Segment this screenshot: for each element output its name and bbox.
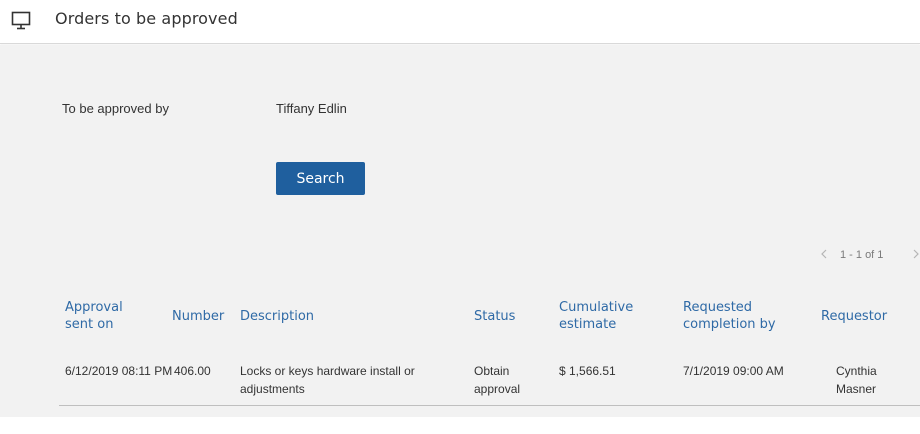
cell-approval-sent-on: 6/12/2019 08:11 PM xyxy=(65,364,173,378)
page-title: Orders to be approved xyxy=(55,9,238,28)
search-button[interactable]: Search xyxy=(276,162,365,195)
cell-number: 406.00 xyxy=(174,364,211,378)
pagination-range: 1 - 1 of 1 xyxy=(840,249,884,261)
cell-cumulative-estimate: $ 1,566.51 xyxy=(559,364,616,378)
approver-name: Tiffany Edlin xyxy=(276,101,347,116)
cell-requestor: Cynthia Masner xyxy=(836,364,877,396)
column-header-approval-sent-on[interactable]: Approval sent on xyxy=(65,299,145,333)
column-header-status[interactable]: Status xyxy=(474,308,515,325)
cell-status: Obtain approval xyxy=(474,364,521,396)
approver-label: To be approved by xyxy=(62,101,169,116)
monitor-icon xyxy=(11,11,31,30)
chevron-left-icon[interactable] xyxy=(818,246,830,262)
bottom-strip xyxy=(0,417,920,434)
page-header: Orders to be approved xyxy=(0,0,920,44)
cell-description: Locks or keys hardware install or adjust… xyxy=(240,364,415,396)
orders-to-be-approved-page: Orders to be approved To be approved by … xyxy=(0,0,920,434)
chevron-right-icon[interactable] xyxy=(910,246,920,262)
column-header-number[interactable]: Number xyxy=(172,308,224,325)
column-header-cumulative-estimate[interactable]: Cumulative estimate xyxy=(559,299,654,333)
column-header-requestor[interactable]: Requestor xyxy=(821,308,887,325)
row-divider xyxy=(59,405,920,406)
column-header-requested-completion-by[interactable]: Requested completion by xyxy=(683,299,803,333)
cell-requested-completion-by: 7/1/2019 09:00 AM xyxy=(683,364,784,378)
column-header-description[interactable]: Description xyxy=(240,308,314,325)
